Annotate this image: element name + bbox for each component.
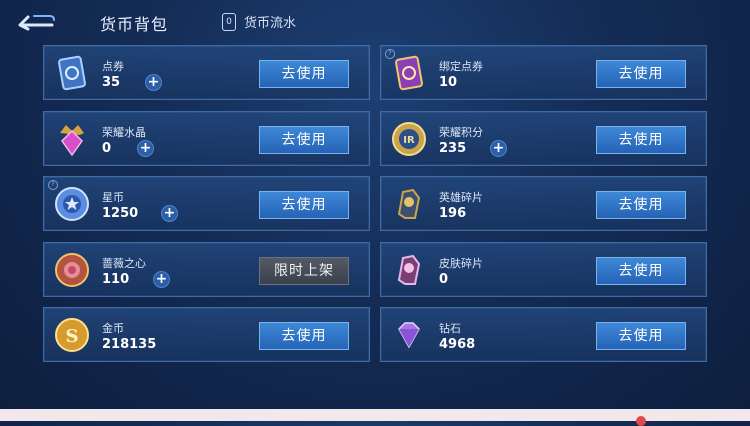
currency-amount: 0 (102, 140, 112, 156)
currency-name: 蔷薇之心 (102, 256, 146, 270)
diamond-icon (389, 315, 429, 355)
add-currency-button[interactable]: + (138, 140, 153, 156)
back-arrow-icon (18, 15, 55, 31)
notification-dot (636, 416, 646, 426)
ledger-icon: 0 (222, 12, 236, 31)
currency-name: 金币 (102, 322, 124, 335)
add-currency-button[interactable]: + (491, 140, 506, 156)
use-button[interactable]: 去使用 (596, 60, 686, 88)
glory-crystal-icon (52, 119, 92, 159)
skin-fragment-icon (389, 250, 429, 290)
add-currency-button[interactable]: + (154, 271, 169, 287)
currency-card: 皮肤碎片 0 去使用 (380, 241, 707, 297)
currency-amount: 110 (102, 271, 130, 287)
currency-amount: 4968 (439, 337, 476, 352)
use-button[interactable]: 去使用 (259, 322, 349, 350)
currency-name: 英雄碎片 (439, 191, 483, 204)
currency-amount: 10 (439, 75, 458, 90)
add-currency-button[interactable]: + (162, 206, 177, 221)
hero-fragment-icon (389, 184, 429, 224)
currency-name: 荣耀水晶 (102, 125, 146, 139)
currency-name: 星币 (102, 191, 124, 204)
voucher-card-icon (52, 53, 92, 93)
currency-card: S 金币 218135 去使用 (43, 307, 370, 362)
back-button[interactable] (14, 10, 56, 32)
use-button[interactable]: 去使用 (259, 60, 349, 88)
currency-amount: 196 (439, 206, 467, 221)
currency-card: ? 星币 1250 + 去使用 (43, 176, 370, 231)
currency-name: 皮肤碎片 (439, 256, 483, 270)
currency-card: 荣耀水晶 0 + 去使用 (43, 110, 370, 166)
currency-grid: 点券 35 + 去使用? 绑定点券 10 去使用 荣耀水晶 0 + 去使用 IR 荣耀积分 235 + 去使用… (43, 45, 707, 363)
currency-amount: 1250 (102, 206, 139, 221)
use-button[interactable]: 去使用 (596, 256, 686, 285)
currency-card: IR 荣耀积分 235 + 去使用 (380, 110, 707, 166)
currency-flow-label: 货币流水 (244, 16, 297, 31)
rose-heart-icon (52, 250, 92, 290)
currency-amount: 218135 (102, 337, 157, 352)
currency-amount: 35 (102, 75, 121, 90)
page-title: 货币背包 (100, 15, 169, 34)
limited-time-button[interactable]: 限时上架 (259, 256, 349, 285)
header-bar: 货币背包 0 货币流水 (0, 0, 750, 44)
currency-name: 绑定点券 (439, 60, 483, 73)
glory-points-icon: IR (389, 119, 429, 159)
bound-voucher-card-icon (389, 53, 429, 93)
gold-coin-icon: S (52, 315, 92, 355)
currency-amount: 235 (439, 140, 467, 156)
currency-card: 蔷薇之心 110 + 限时上架 (43, 241, 370, 297)
currency-amount: 0 (439, 271, 449, 287)
use-button[interactable]: 去使用 (259, 191, 349, 219)
currency-card: 英雄碎片 196 去使用 (380, 176, 707, 231)
use-button[interactable]: 去使用 (596, 322, 686, 350)
currency-name: 点券 (102, 60, 124, 73)
currency-name: 荣耀积分 (439, 125, 483, 139)
add-currency-button[interactable]: + (146, 75, 161, 90)
currency-card: ? 绑定点券 10 去使用 (380, 45, 707, 100)
currency-card: 点券 35 + 去使用 (43, 45, 370, 100)
currency-name: 钻石 (439, 322, 461, 335)
star-coin-icon (52, 184, 92, 224)
svg-text:IR: IR (403, 135, 415, 146)
svg-text:S: S (66, 326, 79, 347)
currency-card: 钻石 4968 去使用 (380, 307, 707, 362)
use-button[interactable]: 去使用 (596, 125, 686, 154)
use-button[interactable]: 去使用 (596, 191, 686, 219)
currency-flow-link[interactable]: 0 货币流水 (222, 12, 296, 31)
use-button[interactable]: 去使用 (259, 125, 349, 154)
